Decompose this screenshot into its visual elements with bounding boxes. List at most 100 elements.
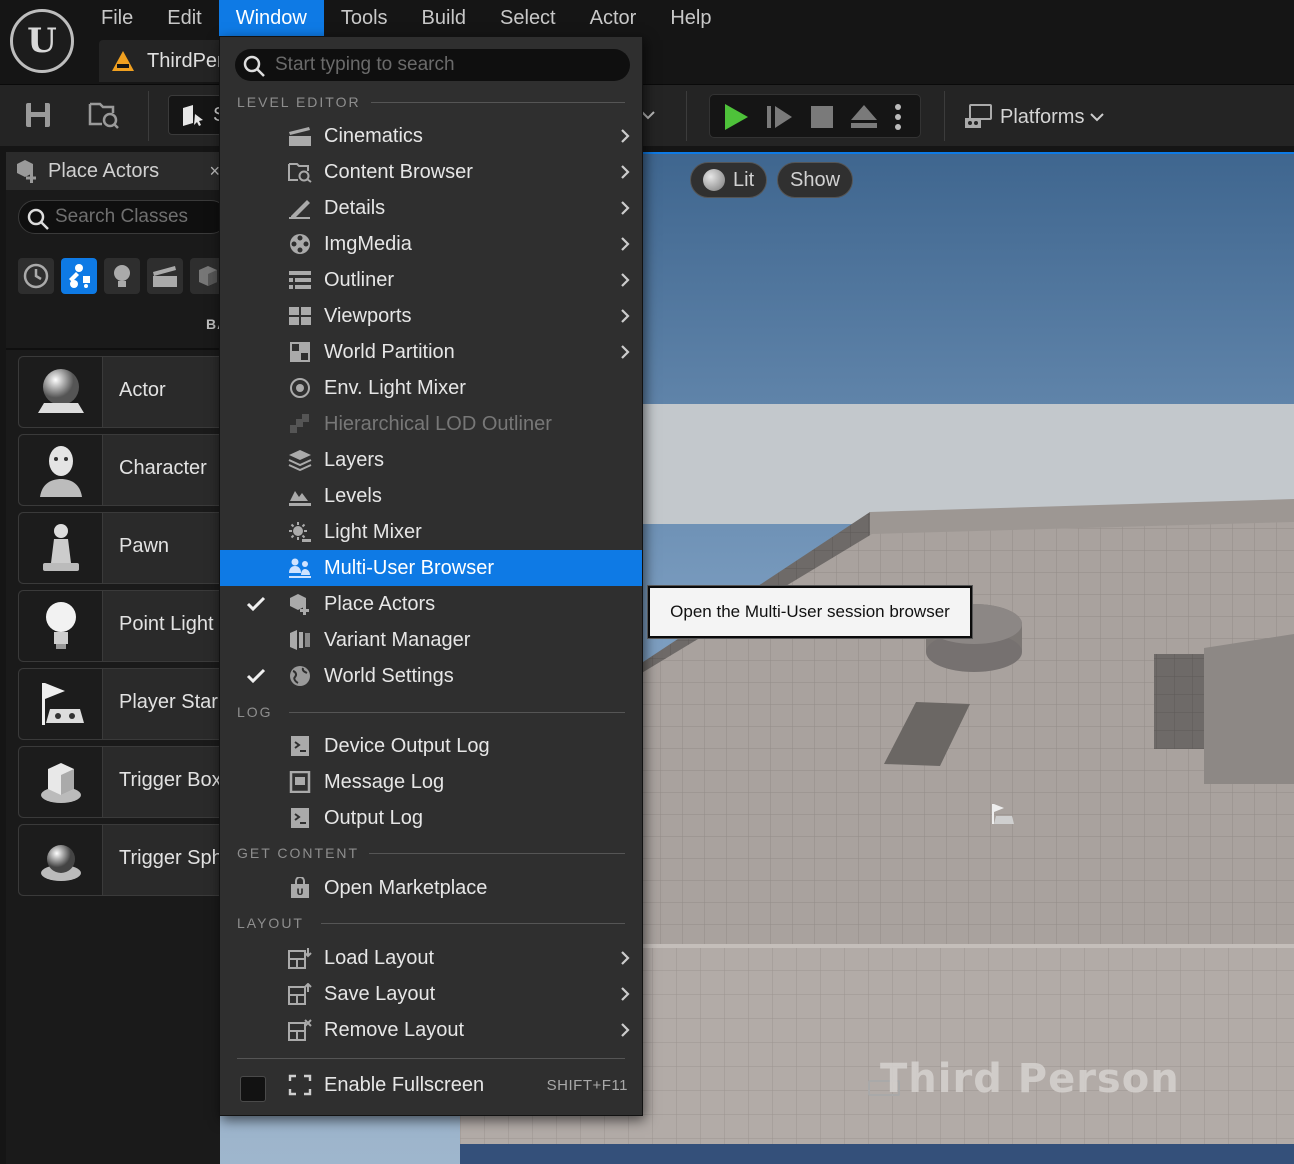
list-item-actor[interactable]: Actor: [18, 356, 238, 428]
menu-item-load-layout[interactable]: Load Layout: [220, 940, 642, 976]
menu-edit[interactable]: Edit: [150, 0, 218, 36]
menu-item-multi-user-browser[interactable]: Multi-User Browser: [220, 550, 642, 586]
menu-item-outliner[interactable]: Outliner: [220, 262, 642, 298]
fullscreen-icon: [288, 1074, 312, 1096]
menu-item-output-log[interactable]: Output Log: [220, 800, 642, 836]
fullscreen-checkbox[interactable]: [240, 1076, 266, 1102]
log-icon: [291, 736, 309, 756]
remove-layout-icon: [288, 1019, 312, 1041]
chevron-right-icon: [621, 129, 630, 143]
save-icon[interactable]: [20, 97, 56, 133]
section-label: GET CONTENT: [237, 845, 360, 861]
section-level-editor: LEVEL EDITOR: [237, 94, 625, 110]
menu-tools[interactable]: Tools: [324, 0, 405, 36]
menu-item-save-layout[interactable]: Save Layout: [220, 976, 642, 1012]
menu-item-label: Layers: [324, 449, 385, 471]
more-options-icon[interactable]: [888, 101, 908, 133]
menu-search-input[interactable]: Start typing to search: [235, 49, 630, 81]
sphere-icon: [19, 357, 103, 427]
lightbulb-icon: [19, 591, 103, 661]
cinematic-category-icon[interactable]: [147, 258, 183, 294]
menu-item-message-log[interactable]: Message Log: [220, 764, 642, 800]
layers-icon: [288, 450, 312, 471]
section-label: LOG: [237, 704, 273, 720]
menu-item-hlod-outliner: Hierarchical LOD Outliner: [220, 406, 642, 442]
load-layout-icon: [288, 948, 312, 969]
list-item-point-light[interactable]: Point Light: [18, 590, 238, 662]
advance-frame-icon[interactable]: [764, 101, 796, 133]
content-browser-icon: [288, 163, 312, 183]
list-item-pawn[interactable]: Pawn: [18, 512, 238, 584]
variant-manager-icon: [290, 630, 310, 650]
menu-actor[interactable]: Actor: [573, 0, 654, 36]
menu-item-content-browser[interactable]: Content Browser: [220, 154, 642, 190]
menu-item-env-light-mixer[interactable]: Env. Light Mixer: [220, 370, 642, 406]
menu-item-label: Save Layout: [324, 983, 436, 1005]
place-actors-icon: [290, 594, 309, 615]
chevron-right-icon: [621, 237, 630, 251]
checkmark-icon: [246, 668, 266, 684]
play-icon[interactable]: [720, 101, 752, 133]
menu-item-world-partition[interactable]: World Partition: [220, 334, 642, 370]
menu-build[interactable]: Build: [405, 0, 483, 36]
checkmark-icon: [246, 596, 266, 612]
list-item-trigger-sphere[interactable]: Trigger Sph: [18, 824, 238, 896]
menu-item-label: Levels: [324, 485, 382, 507]
actor-item-label: Trigger Box: [119, 769, 222, 791]
menu-file[interactable]: File: [84, 0, 150, 36]
player-start-icon[interactable]: [990, 802, 1016, 826]
menu-item-variant-manager[interactable]: Variant Manager: [220, 622, 642, 658]
cube-icon: [19, 747, 103, 817]
light-mixer-icon: [289, 522, 311, 542]
list-item-player-start[interactable]: Player Star: [18, 668, 238, 740]
env-light-mixer-icon: [290, 378, 310, 398]
menu-item-world-settings[interactable]: World Settings: [220, 658, 642, 694]
menu-item-label: Message Log: [324, 771, 445, 793]
menu-item-light-mixer[interactable]: Light Mixer: [220, 514, 642, 550]
menu-select[interactable]: Select: [483, 0, 573, 36]
menu-item-viewports[interactable]: Viewports: [220, 298, 642, 334]
show-label: Show: [790, 168, 841, 191]
viewports-icon: [289, 307, 311, 325]
eject-icon[interactable]: [848, 101, 880, 133]
lights-category-icon[interactable]: [104, 258, 140, 294]
search-placeholder: Search Classes: [55, 206, 189, 227]
stop-icon[interactable]: [806, 101, 838, 133]
menu-item-details[interactable]: Details: [220, 190, 642, 226]
tooltip-text: Open the Multi-User session browser: [670, 602, 950, 621]
hlod-outliner-icon: [290, 414, 309, 433]
play-controls: [709, 94, 921, 138]
place-actors-icon: [17, 160, 36, 183]
menu-item-label: Env. Light Mixer: [324, 377, 466, 399]
place-actors-tab[interactable]: Place Actors ×: [6, 152, 220, 190]
chevron-right-icon: [621, 951, 630, 965]
unreal-logo-icon[interactable]: U: [10, 9, 74, 73]
list-item-trigger-box[interactable]: Trigger Box: [18, 746, 238, 818]
chevron-right-icon: [621, 273, 630, 287]
menu-item-open-marketplace[interactable]: U Open Marketplace: [220, 870, 642, 906]
level-warning-icon: [112, 51, 134, 71]
menu-item-place-actors[interactable]: Place Actors: [220, 586, 642, 622]
lit-button[interactable]: Lit: [690, 162, 768, 198]
search-icon: [27, 208, 49, 230]
menu-window[interactable]: Window: [218, 0, 324, 36]
menu-item-cinematics[interactable]: Cinematics: [220, 118, 642, 154]
marketplace-icon: U: [291, 877, 309, 898]
show-button[interactable]: Show: [777, 162, 854, 198]
search-classes-input[interactable]: Search Classes: [18, 200, 228, 234]
platforms-button[interactable]: Platforms: [964, 99, 1112, 135]
chevron-right-icon: [621, 201, 630, 215]
menu-help[interactable]: Help: [653, 0, 728, 36]
basic-category-icon[interactable]: [61, 258, 97, 294]
menu-item-remove-layout[interactable]: Remove Layout: [220, 1012, 642, 1048]
menu-item-levels[interactable]: Levels: [220, 478, 642, 514]
menu-item-device-output-log[interactable]: Device Output Log: [220, 728, 642, 764]
menu-item-enable-fullscreen[interactable]: Enable Fullscreen SHIFT+F11: [220, 1067, 642, 1105]
list-item-character[interactable]: Character: [18, 434, 238, 506]
menu-item-layers[interactable]: Layers: [220, 442, 642, 478]
content-browse-icon[interactable]: [86, 97, 122, 133]
globe-icon: [290, 666, 310, 686]
recent-category-icon[interactable]: [18, 258, 54, 294]
menu-item-imgmedia[interactable]: ImgMedia: [220, 226, 642, 262]
menu-item-label: World Partition: [324, 341, 455, 363]
